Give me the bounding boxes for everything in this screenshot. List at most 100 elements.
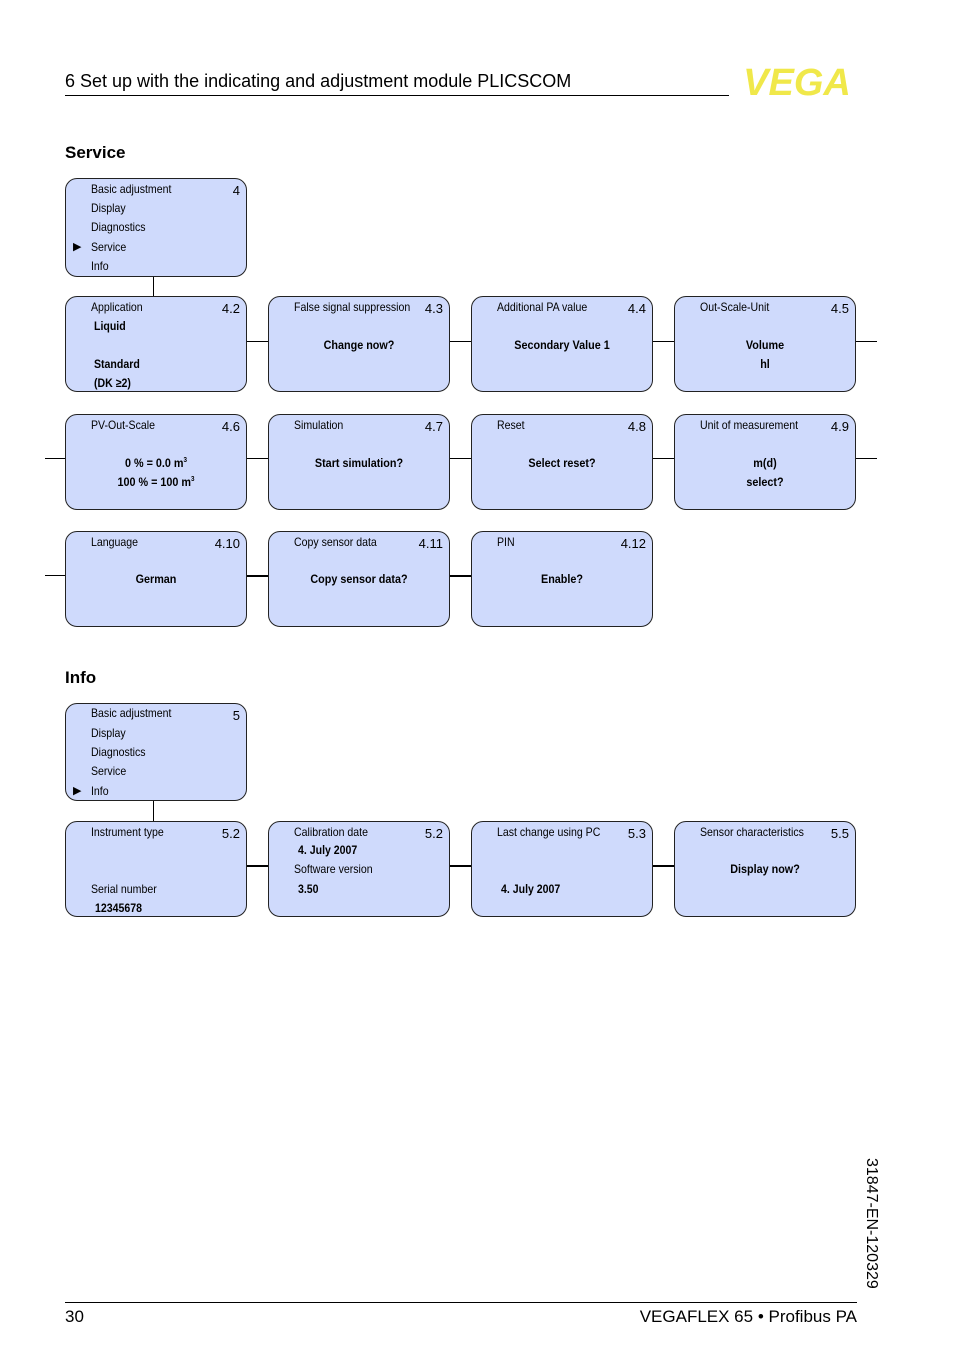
connector	[153, 801, 154, 821]
box-reset[interactable]: Reset 4.8 Select reset?	[471, 414, 653, 510]
info-heading: Info	[65, 668, 97, 687]
menu-number: 5	[232, 708, 240, 723]
box-number: 4.7	[424, 419, 443, 434]
info-main-menu: 5 Basic adjustment Display Diagnostics S…	[65, 703, 247, 801]
box-false-signal-suppression[interactable]: False signal suppression 4.3 Change now?	[268, 296, 450, 392]
box-title: Sensor characteristics	[700, 825, 804, 839]
box-last-change-using-pc[interactable]: Last change using PC 5.3 4. July 2007	[471, 821, 653, 917]
box-value: Liquid	[94, 319, 126, 333]
menu-number: 4	[232, 183, 240, 198]
connector	[45, 575, 65, 576]
box-value: Enable?	[540, 572, 584, 586]
box-value: Copy sensor data?	[310, 572, 408, 586]
box-value: 4. July 2007	[298, 843, 358, 857]
box-value: select?	[746, 475, 784, 489]
connector	[247, 458, 268, 459]
box-number: 4.3	[424, 301, 443, 316]
menu-item-service[interactable]: Service	[91, 240, 126, 254]
box-value: Start simulation?	[314, 456, 404, 470]
box-title: Simulation	[294, 418, 344, 432]
menu-item-display[interactable]: Display	[91, 726, 126, 740]
connector	[247, 865, 268, 867]
box-label: Software version	[294, 862, 373, 876]
menu-item-info[interactable]: Info	[91, 784, 109, 798]
logo-text: VEGA	[743, 64, 851, 98]
header-rule	[65, 95, 729, 96]
box-title: False signal suppression	[294, 300, 411, 314]
box-title: Application	[91, 300, 143, 314]
document-id: 31847-EN-120329	[863, 1158, 880, 1289]
box-additional-pa-value[interactable]: Additional PA value 4.4 Secondary Value …	[471, 296, 653, 392]
box-title: PV-Out-Scale	[91, 418, 155, 432]
box-value: Standard	[94, 357, 140, 371]
selection-pointer-icon: ▶	[73, 785, 82, 797]
box-number: 5.5	[830, 826, 849, 841]
service-main-menu: 4 Basic adjustment Display Diagnostics ▶…	[65, 178, 247, 277]
selection-pointer-icon: ▶	[73, 241, 82, 253]
connector	[653, 341, 674, 342]
menu-item-basic-adjustment[interactable]: Basic adjustment	[91, 706, 171, 720]
box-title: Copy sensor data	[294, 535, 377, 549]
box-number: 4.8	[627, 419, 646, 434]
box-number: 4.6	[221, 419, 240, 434]
box-title: Language	[91, 535, 138, 549]
box-copy-sensor-data[interactable]: Copy sensor data 4.11 Copy sensor data?	[268, 531, 450, 627]
box-number: 4.2	[221, 301, 240, 316]
box-title: Instrument type	[91, 825, 164, 839]
box-value: 100 % = 100 m3	[117, 475, 195, 489]
box-title: PIN	[497, 535, 515, 549]
menu-item-diagnostics[interactable]: Diagnostics	[91, 220, 146, 234]
box-title: Unit of measurement	[700, 418, 799, 432]
box-sensor-characteristics[interactable]: Sensor characteristics 5.5 Display now?	[674, 821, 856, 917]
menu-item-diagnostics[interactable]: Diagnostics	[91, 745, 146, 759]
box-calibration-date[interactable]: Calibration date 5.2 4. July 2007 Softwa…	[268, 821, 450, 917]
connector	[450, 575, 471, 577]
menu-item-service[interactable]: Service	[91, 764, 126, 778]
connector	[653, 865, 674, 867]
service-heading: Service	[65, 143, 126, 162]
box-number: 4.9	[830, 419, 849, 434]
box-number: 4.12	[620, 536, 646, 551]
menu-item-info[interactable]: Info	[91, 259, 109, 273]
box-number: 4.11	[418, 536, 443, 551]
connector	[153, 277, 154, 296]
connector	[247, 575, 268, 577]
box-number: 4.4	[627, 301, 646, 316]
box-out-scale-unit[interactable]: Out-Scale-Unit 4.5 Volume hl	[674, 296, 856, 392]
connector	[450, 458, 471, 459]
box-simulation[interactable]: Simulation 4.7 Start simulation?	[268, 414, 450, 510]
box-number: 5.2	[424, 826, 443, 841]
box-value: Display now?	[730, 862, 800, 876]
connector	[45, 458, 65, 459]
product-name: VEGAFLEX 65 • Profibus PA	[639, 1307, 857, 1326]
box-unit-of-measurement[interactable]: Unit of measurement 4.9 m(d) select?	[674, 414, 856, 510]
box-value: German	[135, 572, 177, 586]
box-value: Change now?	[323, 338, 395, 352]
footer-rule	[65, 1302, 857, 1303]
box-pv-out-scale[interactable]: PV-Out-Scale 4.6 0 % = 0.0 m3 100 % = 10…	[65, 414, 247, 510]
box-application[interactable]: Application 4.2 Liquid Standard (DK ≥2)	[65, 296, 247, 392]
chapter-title: 6 Set up with the indicating and adjustm…	[65, 71, 572, 91]
box-value: Volume	[745, 338, 785, 352]
connector	[450, 865, 471, 867]
box-number: 5.2	[221, 826, 240, 841]
menu-item-display[interactable]: Display	[91, 201, 126, 215]
box-pin[interactable]: PIN 4.12 Enable?	[471, 531, 653, 627]
box-number: 5.3	[627, 826, 646, 841]
connector	[247, 341, 268, 342]
box-title: Reset	[497, 418, 525, 432]
connector	[856, 458, 877, 459]
box-label: Serial number	[91, 882, 157, 896]
box-value: 0 % = 0.0 m3	[124, 456, 188, 470]
box-value: m(d)	[753, 456, 777, 470]
box-title: Last change using PC	[497, 825, 601, 839]
box-number: 4.5	[830, 301, 849, 316]
box-title: Calibration date	[294, 825, 368, 839]
box-instrument-type[interactable]: Instrument type 5.2 Serial number 123456…	[65, 821, 247, 917]
box-value: 4. July 2007	[501, 882, 561, 896]
box-language[interactable]: Language 4.10 German	[65, 531, 247, 627]
box-title: Out-Scale-Unit	[700, 300, 770, 314]
page-number: 30	[65, 1307, 84, 1326]
menu-item-basic-adjustment[interactable]: Basic adjustment	[91, 182, 171, 196]
box-value: 12345678	[95, 901, 142, 915]
